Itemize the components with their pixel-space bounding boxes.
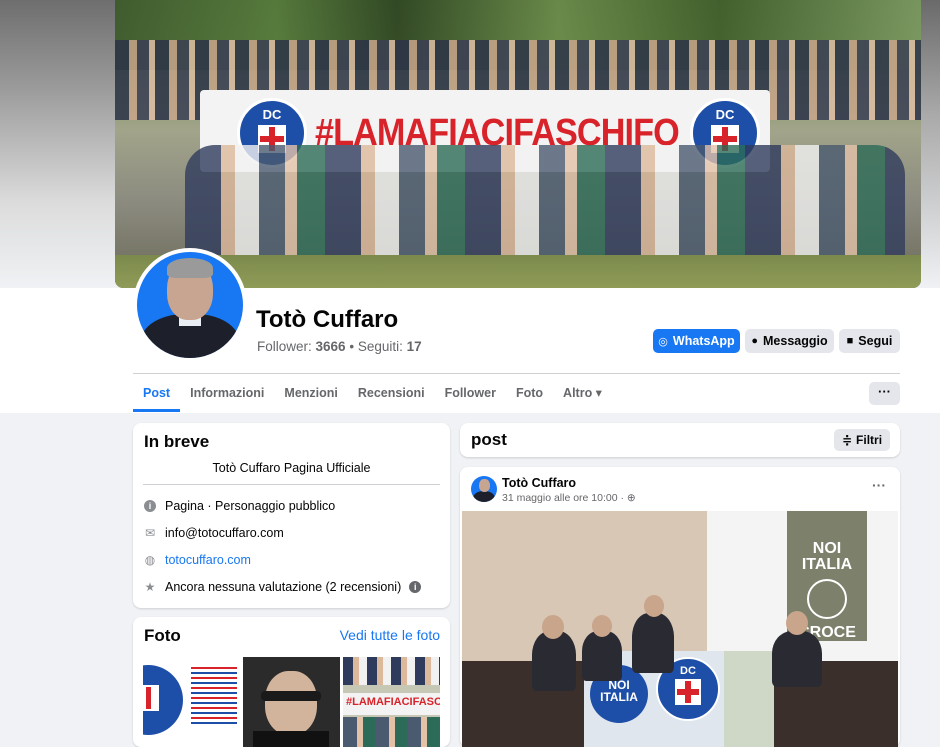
page-title: Totò Cuffaro [256,306,399,333]
stats-separator: • [349,339,355,354]
dc-logo-text: DC [715,107,735,122]
tab-recensioni[interactable]: Recensioni [348,374,435,412]
poster-line-2: ITALIA [801,556,853,573]
tab-post[interactable]: Post [133,374,181,412]
post-date-text: 31 maggio alle ore 10:00 · [502,492,627,504]
intro-category: Pagina · Personaggio pubblico [165,499,336,513]
messenger-icon: ● [751,335,759,347]
cover-photo[interactable]: DC #LAMAFIACIFASCHIFO DC [115,0,921,288]
follower-stats[interactable]: Follower: 3666 • Seguiti: 17 [257,339,422,354]
photo-thumbnail[interactable]: #LAMAFIACIFASCHIFO [343,657,440,747]
star-icon: ★ [144,580,156,594]
profile-avatar[interactable] [137,252,243,358]
tab-foto[interactable]: Foto [506,374,553,412]
tab-informazioni[interactable]: Informazioni [180,374,274,412]
intro-category-row: i Pagina · Personaggio pubblico [143,499,335,513]
intro-divider [143,484,440,485]
message-label: Messaggio [763,334,828,348]
audience-person [532,631,576,691]
whatsapp-label: WhatsApp [672,334,735,348]
more-options-button[interactable]: ··· [869,382,900,405]
filter-button[interactable]: ≑ Filtri [834,429,890,451]
follow-button[interactable]: ■ Segui [839,329,900,353]
globe-icon: ⊕ [626,492,636,504]
photos-card: Foto Vedi tutte le foto #LAMAFIACIFASCHI… [133,617,450,747]
intro-title: In breve [144,432,210,451]
banner-line-2: ITALIA [600,690,638,704]
intro-email-row[interactable]: ✉ info@totocuffaro.com [143,526,284,540]
whatsapp-icon: ◎ [658,335,668,348]
filter-icon: ≑ [841,433,853,447]
tab-altro[interactable]: Altro ▾ [553,374,612,412]
intro-website-row[interactable]: ◍ totocuffaro.com [143,553,251,567]
filter-label: Filtri [856,433,883,447]
followers-count: 3666 [315,339,346,354]
message-button[interactable]: ● Messaggio [745,329,834,353]
dc-logo-text: DC [262,107,282,122]
following-count: 17 [406,339,422,354]
post-author-name[interactable]: Totò Cuffaro [502,476,576,490]
photo-thumbnail[interactable] [143,657,240,747]
feed-title: post [471,430,507,449]
post-author-avatar[interactable] [471,476,497,502]
photos-title: Foto [144,626,181,645]
info-icon: i [143,499,157,513]
poster-line-1: NOI [812,540,842,557]
background-shade-right [921,0,940,290]
rating-info-icon[interactable]: i [409,581,422,593]
intro-website-link[interactable]: totocuffaro.com [165,553,251,567]
intro-description: Totò Cuffaro Pagina Ufficiale [212,461,371,475]
follow-icon: ■ [846,335,854,347]
thumb-banner-text: #LAMAFIACIFASCHIFO [346,696,440,708]
post-card: Totò Cuffaro 31 maggio alle ore 10:00 · … [460,467,900,747]
globe-icon: ◍ [144,553,156,567]
followers-label: Follower: [257,339,312,354]
speaker-person [632,613,674,673]
profile-tabs: Post Informazioni Menzioni Recensioni Fo… [133,374,612,412]
whatsapp-button[interactable]: ◎ WhatsApp [653,329,740,353]
cover-crowd-front [185,145,905,265]
tab-menzioni[interactable]: Menzioni [274,374,347,412]
intro-card: In breve Totò Cuffaro Pagina Ufficiale i… [133,423,450,608]
follow-label: Segui [858,334,893,348]
following-label: Seguiti: [357,339,403,354]
post-timestamp[interactable]: 31 maggio alle ore 10:00 · ⊕ [502,492,636,504]
intro-rating: Ancora nessuna valutazione (2 recensioni… [165,580,402,594]
post-photo[interactable]: NOI ITALIA CROCE NOI ITALIA DC [462,511,898,747]
intro-email: info@totocuffaro.com [165,526,284,540]
photo-thumbnail[interactable] [243,657,340,747]
tab-follower[interactable]: Follower [435,374,506,412]
mail-icon: ✉ [144,526,156,540]
background-shade-left [0,0,115,290]
post-options-button[interactable]: ··· [872,477,886,493]
see-all-photos-link[interactable]: Vedi tutte le foto [340,627,440,643]
intro-rating-row: ★ Ancora nessuna valutazione (2 recensio… [143,580,422,594]
